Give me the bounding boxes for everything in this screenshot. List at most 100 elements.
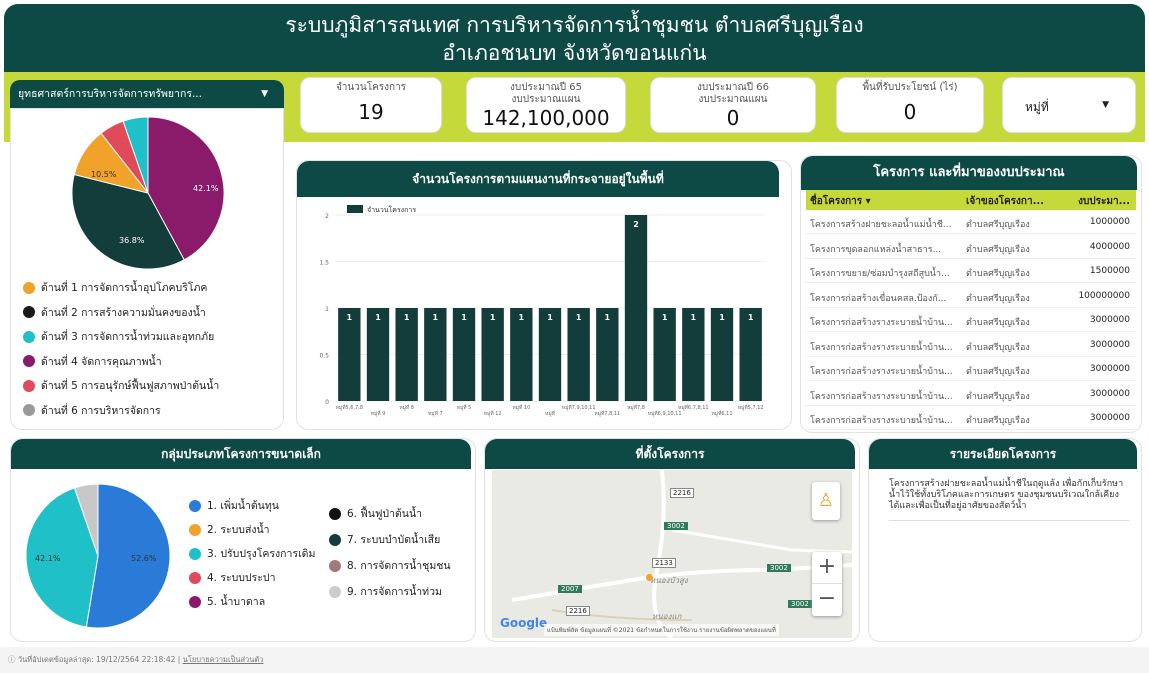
table-row[interactable]: โครงการก่อสร้างรางระบายน้ำบ้าน... ตำบลศรี… [806, 357, 1136, 381]
legend-item: 7. ระบบบำบัดน้ำเสีย [329, 531, 440, 548]
y-tick-label: 1.5 [319, 260, 329, 267]
legend-item: ด้านที่ 3 การจัดการน้ำท่วมและอุทกภัย [23, 328, 214, 345]
bar[interactable] [624, 215, 648, 401]
legend-dot [23, 330, 35, 343]
small-projects-pie-chart: 42.1% 52.6% [25, 483, 171, 629]
cell-project-name: โครงการก่อสร้างรางระบายน้ำบ้าน... [810, 318, 953, 328]
kpi-label: งบประมาณปี 65 [509, 82, 583, 93]
cell-project-name: โครงการสร้างฝายชะลอน้ำแม่น้ำชี... [810, 220, 952, 230]
bar-data-label: 2 [633, 220, 639, 229]
legend-label: 6. ฟื้นฟูป่าต้นน้ำ [347, 508, 423, 520]
pie-slice-label: 42.1% [35, 554, 61, 563]
bar-chart-title: จำนวนโครงการตามแผนงานที่กระจายอยู่ในพื้น… [297, 161, 779, 197]
cell-budget: 100000000 [1078, 290, 1130, 301]
legend-label: 4. ระบบประปา [207, 572, 276, 584]
map-title: ที่ตั้งโครงการ [485, 439, 855, 469]
page-title: ระบบภูมิสารสนเทศ การบริหารจัดการน้ำชุมชน… [285, 13, 864, 37]
zoom-out-button[interactable]: − [812, 584, 842, 616]
strategy-pie-panel: 10.5% 42.1% 36.8% ด้านที่ 1 การจัดการน้ำอุ… [10, 108, 284, 430]
legend-dot [23, 404, 35, 416]
village-filter-dropdown[interactable]: หมู่ที่ ▼ [1002, 77, 1136, 133]
cell-project-name: โครงการก่อสร้างรางระบายน้ำบ้าน... [810, 342, 953, 353]
table-row[interactable]: โครงการก่อสร้างเขื่อนคสล.ป้องกั... ตำบลศร… [806, 284, 1136, 308]
cell-owner: ตำบลศรีบุญเรือง [966, 293, 1030, 304]
cell-budget: 3000000 [1089, 339, 1130, 350]
dashboard-header: ระบบภูมิสารสนเทศ การบริหารจัดการน้ำชุมชน… [4, 4, 1145, 72]
legend-dot [23, 355, 35, 367]
x-tick-label: หมู่ที่7,9,10,11 [562, 404, 596, 411]
column-header-name[interactable]: ชื่อโครงการ ▾ [810, 194, 871, 209]
pie-slice-label: 52.6% [131, 554, 157, 563]
road-shield: 3002 [664, 522, 688, 530]
legend-label: ด้านที่ 1 การจัดการน้ำอุปโภคบริโภค [41, 282, 208, 294]
column-header-owner[interactable]: เจ้าของโครงกา... [966, 194, 1044, 209]
x-tick-label: หมู่ที่6,9,10,11 [648, 410, 682, 417]
project-map[interactable]: 2216 3002 2133 3002 2007 2216 3002 หนองบ… [492, 469, 853, 640]
road-shield: 2216 [566, 606, 590, 616]
table-row[interactable]: โครงการขยาย/ซ่อมบำรุงสถีสูบน้ำ... ตำบลศรี… [806, 259, 1136, 283]
cell-budget: 3000000 [1089, 388, 1130, 399]
legend-item: 3. ปรับปรุงโครงการเดิม [189, 545, 315, 562]
bar-data-label: 1 [461, 313, 467, 322]
pie-slice[interactable] [85, 483, 171, 629]
zoom-in-button[interactable]: + [812, 552, 842, 584]
last-updated: วันที่อัปเดตข้อมูลล่าสุด: 19/12/2564 22:… [17, 655, 176, 664]
legend-item: ด้านที่ 4 จัดการคุณภาพน้ำ [23, 353, 162, 370]
small-projects-title: กลุ่มประเภทโครงการขนาดเล็ก [11, 439, 471, 469]
cell-project-name: โครงการก่อสร้างรางระบายน้ำบ้าน... [810, 391, 953, 402]
bar-data-label: 1 [347, 313, 353, 322]
privacy-link[interactable]: นโยบายความเป็นส่วนตัว [183, 655, 264, 664]
cell-owner: ตำบลศรีบุญเรือง [966, 244, 1030, 255]
kpi-value: 142,100,000 [482, 106, 610, 130]
map-marker-icon[interactable] [646, 574, 653, 581]
table-row[interactable]: โครงการก่อสร้างรางระบายน้ำบ้าน... ตำบลศรี… [806, 382, 1136, 406]
cell-budget: 1500000 [1089, 266, 1130, 276]
pie-slice-label: 36.8% [119, 236, 145, 245]
table-row[interactable]: โครงการก่อสร้างรางระบายน้ำบ้าน... ตำบลศรี… [806, 406, 1136, 430]
x-tick-label: หมู่ที่6,7,8,11 [678, 404, 709, 411]
bar-data-label: 1 [576, 313, 582, 322]
column-header-budget[interactable]: งบประมา... [1078, 194, 1130, 209]
table-row[interactable]: โครงการก่อสร้างรางระบายน้ำบ้าน... ตำบลศรี… [806, 333, 1136, 357]
y-tick-label: 0 [325, 399, 329, 406]
street-view-pegman-icon[interactable]: ♙ [812, 482, 840, 520]
cell-owner: ตำบลศรีบุญเรือง [966, 416, 1030, 426]
table-title: โครงการ และที่มาของงบประมาณ [801, 156, 1137, 190]
legend-item: 4. ระบบประปา [189, 569, 275, 586]
legend-label: จำนวนโครงการ [367, 205, 416, 214]
cell-project-name: โครงการขุดลอกแหล่งน้ำสาธาร... [810, 244, 942, 255]
kpi-value: 19 [358, 100, 384, 124]
pie-slice-label: 42.1% [193, 184, 219, 193]
legend-label: ด้านที่ 4 จัดการคุณภาพน้ำ [41, 355, 162, 368]
zoom-control: + − [812, 552, 842, 616]
place-label: หนองบัวสูง [650, 576, 688, 585]
bar-data-label: 1 [519, 313, 525, 322]
legend-dot [329, 507, 341, 520]
cell-budget: 1000000 [1089, 217, 1130, 227]
x-tick-label: หมู่ที่ 5 [457, 404, 472, 411]
legend-dot [189, 571, 201, 584]
x-tick-label: หมู่ที่7,8,11 [594, 410, 620, 417]
table-row[interactable]: โครงการขุดลอกแหล่งน้ำสาธาร... ตำบลศรีบุญเ… [806, 235, 1136, 259]
strategy-filter-dropdown[interactable]: ยุทธศาสตร์การบริหารจัดการทรัพยากร... ▼ [10, 80, 284, 108]
kpi-value: 0 [726, 106, 740, 130]
legend-item: ด้านที่ 1 การจัดการน้ำอุปโภคบริโภค [23, 279, 207, 296]
table-row[interactable]: โครงการก่อสร้างรางระบายน้ำบ้าน... ตำบลศรี… [806, 308, 1136, 332]
cell-project-name: โครงการก่อสร้างรางระบายน้ำบ้าน... [810, 367, 953, 377]
legend-dot [189, 499, 201, 512]
page-subtitle: อำเภอชนบท จังหวัดขอนแก่น [442, 41, 707, 65]
chevron-down-icon: ▼ [261, 89, 268, 99]
kpi-benefit-area: พื้นที่รับประโยชน์ (ไร่) 0 [836, 77, 984, 133]
legend-label: ด้านที่ 3 การจัดการน้ำท่วมและอุทกภัย [41, 331, 215, 343]
kpi-label: งบประมาณปี 66 [696, 82, 770, 93]
village-bar-panel: จำนวนโครงการตามแผนงานที่กระจายอยู่ในพื้น… [296, 160, 792, 430]
bar-data-label: 1 [719, 313, 725, 322]
table-row[interactable]: โครงการสร้างฝายชะลอน้ำแม่น้ำชี... ตำบลศรี… [806, 210, 1136, 234]
x-tick-label: หมู่ที่ 9 [371, 410, 386, 417]
legend-label: 7. ระบบบำบัดน้ำเสีย [347, 534, 441, 546]
y-tick-label: 0.5 [319, 353, 329, 360]
legend-label: ด้านที่ 5 การอนุรักษ์ฟื้นฟูสภาพป่าต้นน้ำ [41, 380, 220, 392]
legend-item: ด้านที่ 6 การบริหารจัดการ [23, 402, 161, 419]
cell-project-name: โครงการก่อสร้างรางระบายน้ำบ้าน... [810, 416, 953, 426]
info-icon: ⓘ [8, 655, 18, 664]
